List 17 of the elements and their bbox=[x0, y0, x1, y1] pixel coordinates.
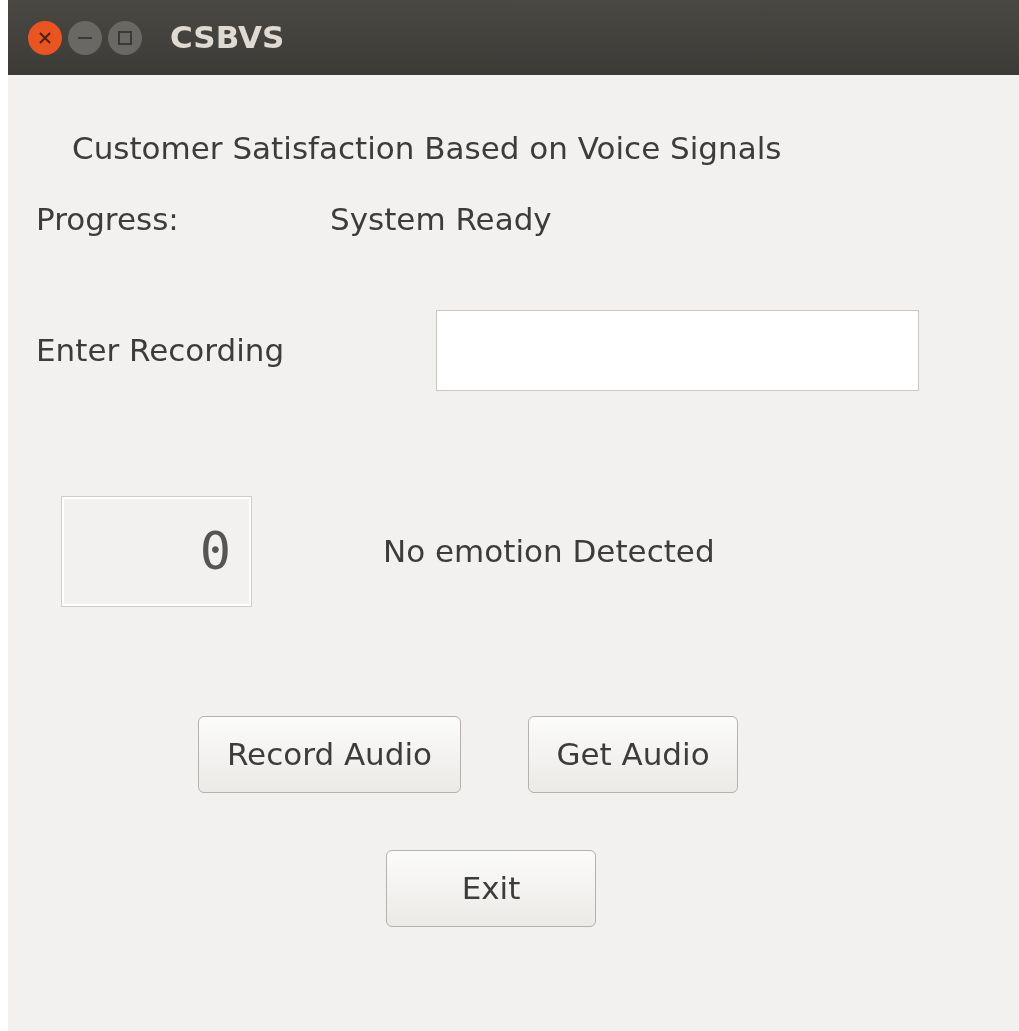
progress-label: Progress: bbox=[36, 199, 180, 239]
lcd-display: 0 bbox=[62, 497, 251, 606]
exit-button[interactable]: Exit bbox=[386, 850, 596, 927]
emotion-status: No emotion Detected bbox=[383, 532, 715, 572]
recording-label: Enter Recording bbox=[36, 331, 286, 371]
get-audio-button[interactable]: Get Audio bbox=[528, 716, 738, 793]
app-heading: Customer Satisfaction Based on Voice Signals bbox=[72, 129, 782, 168]
progress-status: System Ready bbox=[330, 199, 552, 239]
minimize-button[interactable] bbox=[68, 20, 102, 55]
minimize-icon bbox=[77, 36, 93, 39]
maximize-button[interactable] bbox=[108, 20, 142, 55]
window-title: CSBVS bbox=[170, 18, 285, 58]
recording-input-field[interactable] bbox=[436, 310, 919, 391]
close-button[interactable] bbox=[28, 20, 62, 55]
record-button[interactable]: Record Audio bbox=[198, 716, 461, 793]
close-icon bbox=[37, 29, 53, 46]
maximize-icon bbox=[117, 29, 133, 46]
